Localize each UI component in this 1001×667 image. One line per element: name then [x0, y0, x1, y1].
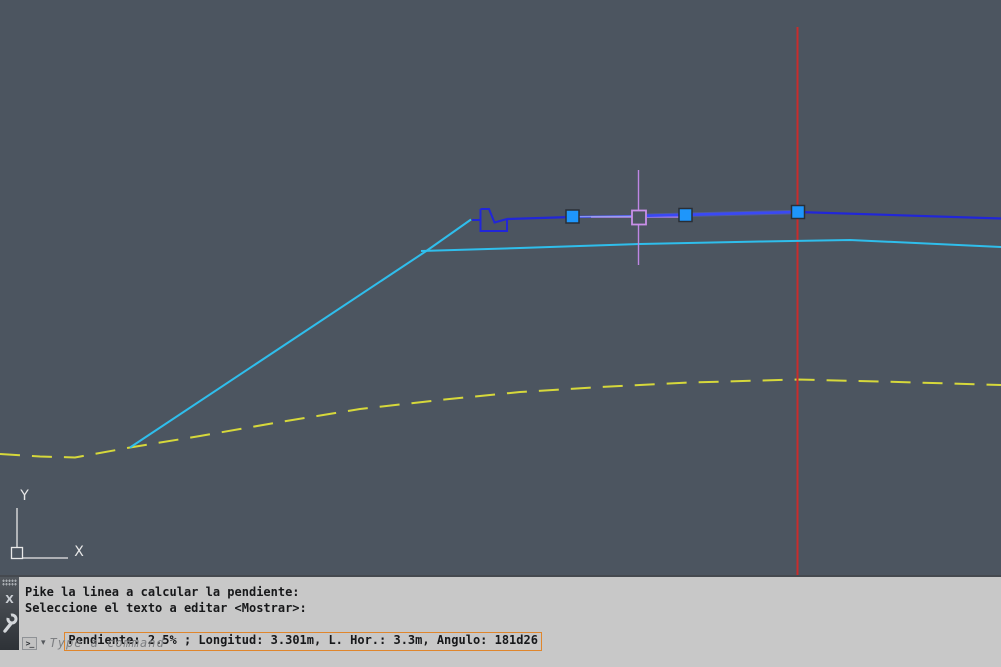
- grip-middle[interactable]: [678, 207, 693, 223]
- customize-wrench-icon[interactable]: [1, 611, 19, 639]
- drag-handle-dots-icon[interactable]: [2, 579, 17, 586]
- command-history-area: Pike la linea a calcular la pendiente: S…: [19, 577, 1001, 651]
- close-command-panel-button[interactable]: X: [0, 593, 19, 606]
- command-prompt-row: >_ ▾ Type a command: [22, 636, 165, 650]
- command-prompt-icon[interactable]: >_: [22, 636, 37, 650]
- grip-right[interactable]: [790, 204, 806, 220]
- command-history-line: Pike la linea a calcular la pendiente:: [25, 585, 300, 599]
- ucs-y-label: Y: [19, 488, 29, 504]
- ditch-symbol-polyline[interactable]: [472, 208, 508, 232]
- drawing-svg: Y X: [0, 27, 1001, 575]
- recent-commands-dropdown-icon[interactable]: ▾: [41, 638, 46, 648]
- lower-profile-line[interactable]: [420, 238, 1001, 252]
- command-history-line-result: Pendiente: 2.5% ; Longitud: 3.301m, L. H…: [25, 616, 542, 651]
- command-history-line: Seleccione el texto a editar <Mostrar>:: [25, 601, 307, 615]
- slope-diagonal-line[interactable]: [129, 218, 472, 449]
- command-panel-sidebar: X: [0, 577, 19, 650]
- ucs-x-label: X: [74, 544, 84, 560]
- command-line-panel: X Pike la linea a calcular la pendiente:…: [0, 575, 1001, 651]
- model-space-canvas[interactable]: Y X: [0, 0, 1001, 575]
- command-input[interactable]: Type a command: [50, 636, 165, 650]
- hover-grip[interactable]: [631, 209, 647, 226]
- ucs-icon: Y X: [10, 488, 84, 560]
- cad-application-window: { "viewport": { "background_color": "#4C…: [0, 0, 1001, 651]
- terrain-dashed-line[interactable]: [0, 378, 1001, 459]
- grip-left[interactable]: [565, 209, 580, 224]
